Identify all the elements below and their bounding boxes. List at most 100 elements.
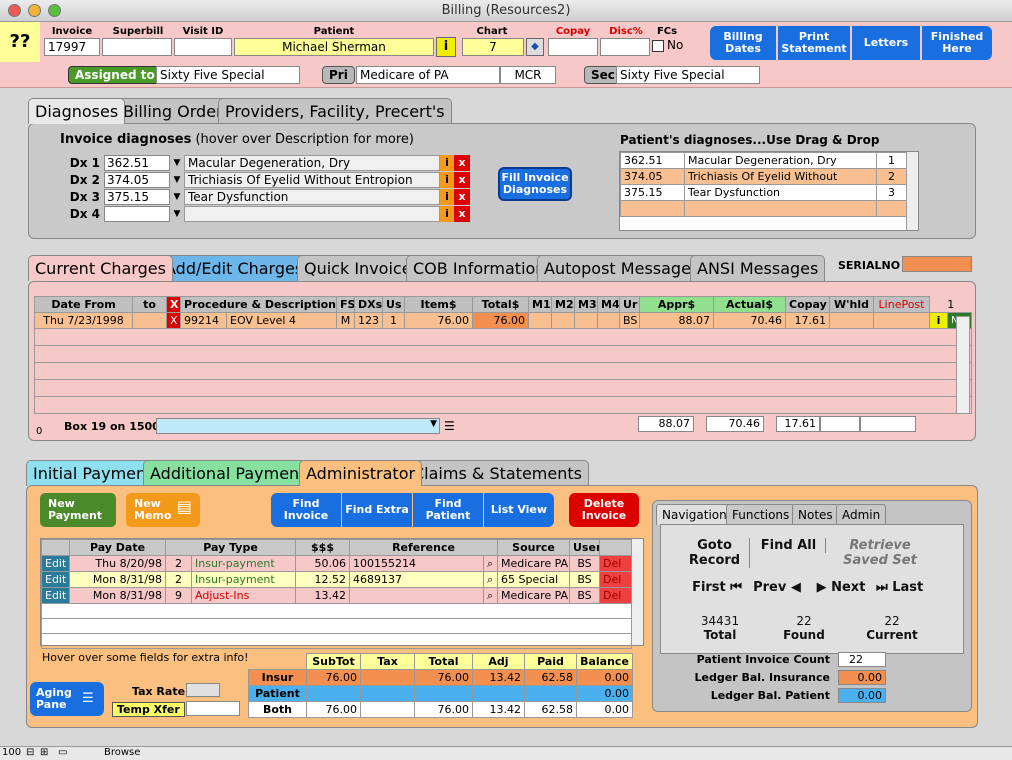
billing-dates-button[interactable]: Billing Dates (710, 26, 776, 60)
dx2-info-button[interactable]: i (440, 171, 454, 188)
dx2-code-field[interactable]: 374.05 (104, 171, 170, 188)
tab-claims-statements[interactable]: Claims & Statements (406, 460, 589, 486)
visit-field[interactable] (174, 38, 232, 56)
payment-edit-button[interactable]: Edit (41, 571, 70, 588)
new-payment-button[interactable]: New Payment (40, 493, 116, 527)
find-extra-button[interactable]: Find Extra (342, 493, 412, 527)
superbill-field[interactable] (102, 38, 172, 56)
search-icon[interactable]: ⌕ (483, 587, 498, 604)
dx3-delete-button[interactable]: x (454, 188, 470, 205)
zoom-in-button[interactable]: ⊞ (40, 747, 48, 758)
tab-add-edit-charges[interactable]: Add/Edit Charges (158, 255, 311, 281)
dx1-code-field[interactable]: 362.51 (104, 154, 170, 171)
dx2-delete-button[interactable]: x (454, 171, 470, 188)
disc-field[interactable] (600, 38, 650, 56)
temp-xfer-button[interactable]: Temp Xfer (112, 702, 185, 717)
charges-scrollbar[interactable] (956, 316, 970, 414)
tab-notes[interactable]: Notes (792, 504, 839, 525)
toggle-status-button[interactable]: ▭ (58, 747, 67, 758)
goto-record-button[interactable]: Goto Record (680, 538, 750, 568)
payment-delete-button[interactable]: Del (599, 571, 632, 588)
scrollbar[interactable] (906, 152, 918, 230)
chart-lookup-button[interactable]: ◆ (526, 38, 544, 56)
table-row[interactable]: Edit Mon 8/31/98 2 Insur-payment 12.52 4… (41, 571, 632, 588)
dx2-dropdown-icon[interactable]: ▼ (170, 175, 184, 185)
chevron-down-icon[interactable]: ▼ (430, 419, 437, 429)
patient-info-button[interactable]: i (436, 37, 456, 57)
assigned-to-field[interactable]: Sixty Five Special (156, 66, 300, 84)
dx1-info-button[interactable]: i (440, 154, 454, 171)
search-icon[interactable]: ⌕ (483, 571, 498, 588)
patient-diagnoses-list[interactable]: 362.51 Macular Degeneration, Dry 1 374.05 T… (619, 151, 919, 231)
minimize-window-button[interactable] (28, 4, 41, 17)
charge-delete-button[interactable]: X (166, 312, 181, 329)
primary-code-field[interactable]: MCR (500, 66, 556, 84)
box19-field[interactable]: ▼ (156, 418, 440, 434)
list-item[interactable]: 374.05 Trichiasis Of Eyelid Without 2 (620, 168, 907, 185)
aging-pane-button[interactable]: Aging Pane ☰ (30, 682, 104, 716)
payments-scrollbar[interactable] (631, 539, 643, 645)
fill-invoice-diagnoses-button[interactable]: Fill Invoice Diagnoses (498, 167, 572, 201)
dx3-info-button[interactable]: i (440, 188, 454, 205)
find-all-button[interactable]: Find All (752, 538, 826, 553)
serialno-field[interactable] (902, 256, 972, 272)
prev-button[interactable]: Prev ◀ (750, 580, 804, 595)
patient-field[interactable]: Michael Sherman (234, 38, 434, 56)
temp-xfer-field[interactable] (186, 701, 240, 716)
tab-initial-payment[interactable]: Initial Payment (26, 460, 160, 486)
chart-field[interactable]: 7 (462, 38, 524, 56)
tab-additional-payments[interactable]: Additional Payments (143, 460, 321, 486)
list-item[interactable]: 375.15 Tear Dysfunction 3 (620, 184, 907, 201)
payment-edit-button[interactable]: Edit (41, 587, 70, 604)
tab-diagnoses[interactable]: Diagnoses (28, 98, 126, 124)
payment-delete-button[interactable]: Del (599, 555, 632, 572)
search-icon[interactable]: ⌕ (483, 555, 498, 572)
tab-providers[interactable]: Providers, Facility, Precert's (218, 98, 452, 124)
last-button[interactable]: ⏭ Last (876, 580, 932, 595)
table-row[interactable]: Thu 7/23/1998 X 99214 EOV Level 4 M 123 … (34, 312, 973, 329)
list-view-button[interactable]: List View (484, 493, 554, 527)
payment-delete-button[interactable]: Del (599, 587, 632, 604)
dx4-delete-button[interactable]: x (454, 205, 470, 222)
list-item[interactable]: 362.51 Macular Degeneration, Dry 1 (620, 152, 907, 169)
finished-here-button[interactable]: Finished Here (922, 26, 992, 60)
copay-field[interactable] (548, 38, 598, 56)
tab-billing-order[interactable]: Billing Order (116, 98, 230, 124)
delete-invoice-button[interactable]: Delete Invoice (569, 493, 639, 527)
table-row[interactable]: Edit Thu 8/20/98 2 Insur-payment 50.06 1… (41, 555, 632, 572)
fcs-checkbox[interactable] (652, 40, 664, 52)
tab-navigation[interactable]: Navigation (656, 504, 733, 525)
tab-admin[interactable]: Admin (836, 504, 887, 525)
primary-insurance-field[interactable]: Medicare of PA (356, 66, 500, 84)
dx4-dropdown-icon[interactable]: ▼ (170, 209, 184, 219)
close-window-button[interactable] (8, 4, 21, 17)
find-invoice-button[interactable]: Find Invoice (271, 493, 341, 527)
tab-current-charges[interactable]: Current Charges (28, 255, 173, 281)
dx4-info-button[interactable]: i (440, 205, 454, 222)
invoice-field[interactable]: 17997 (44, 38, 100, 56)
tab-ansi-messages[interactable]: ANSI Messages (690, 255, 826, 281)
tab-functions[interactable]: Functions (726, 504, 796, 525)
next-button[interactable]: ▶ Next (812, 580, 870, 595)
dx1-dropdown-icon[interactable]: ▼ (170, 158, 184, 168)
tab-administrator[interactable]: Administrator (299, 460, 423, 486)
table-row[interactable]: Edit Mon 8/31/98 9 Adjust-Ins 13.42 ⌕ Me… (41, 587, 632, 604)
tab-cob-information[interactable]: COB Information (406, 255, 553, 281)
charge-info-button[interactable]: i (929, 312, 949, 329)
secondary-insurance-field[interactable]: Sixty Five Special (616, 66, 760, 84)
dx4-code-field[interactable] (104, 205, 170, 222)
dx3-code-field[interactable]: 375.15 (104, 188, 170, 205)
tax-rate-field[interactable] (186, 683, 220, 697)
tab-quick-invoice[interactable]: Quick Invoice (297, 255, 419, 281)
list-icon[interactable]: ☰ (444, 419, 455, 433)
letters-button[interactable]: Letters (852, 26, 920, 60)
print-statement-button[interactable]: Print Statement (778, 26, 850, 60)
dx3-dropdown-icon[interactable]: ▼ (170, 192, 184, 202)
dx1-delete-button[interactable]: x (454, 154, 470, 171)
new-memo-button[interactable]: New Memo ▤ (126, 493, 200, 527)
retrieve-saved-set-button[interactable]: Retrieve Saved Set (828, 538, 932, 568)
payment-edit-button[interactable]: Edit (41, 555, 70, 572)
first-button[interactable]: First ⏮ (680, 580, 742, 595)
tab-autopost-messages[interactable]: Autopost Messages (537, 255, 707, 281)
zoom-out-button[interactable]: ⊟ (26, 747, 34, 758)
